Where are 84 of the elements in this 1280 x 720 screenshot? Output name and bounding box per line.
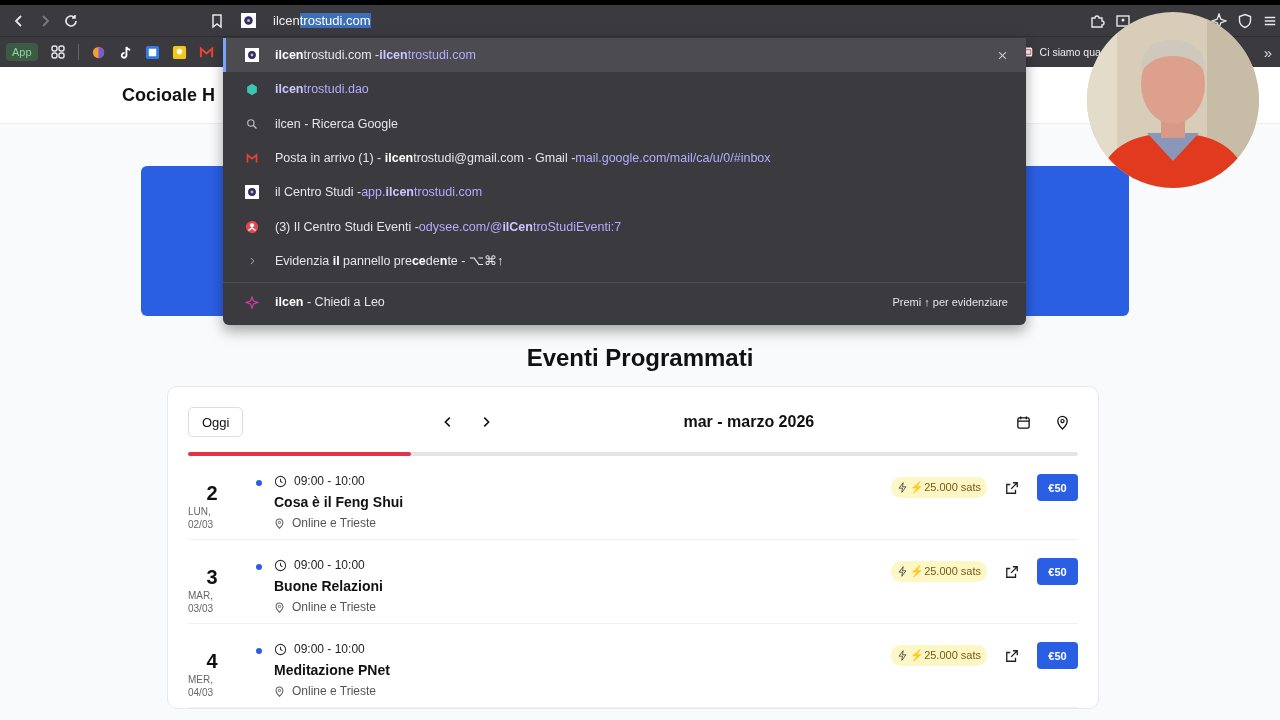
- suggestion-item[interactable]: ilcen - Ricerca Google: [223, 106, 1026, 141]
- day-number: 2: [206, 482, 218, 505]
- suggestion-item[interactable]: il Centro Studi -app.ilcentrostudi.com: [223, 175, 1026, 210]
- event-dot: [256, 480, 262, 486]
- suggestion-item[interactable]: (3) Il Centro Studi Eventi -odysee.com/@ilCentroStudiEventi:7: [223, 209, 1026, 244]
- reader-icon[interactable]: [1115, 12, 1131, 29]
- day-number: 3: [206, 566, 218, 589]
- site-favicon-icon: [241, 13, 256, 28]
- location-pin-icon: [274, 517, 285, 529]
- price-button[interactable]: €50: [1037, 642, 1078, 669]
- sparkle-icon: [245, 295, 259, 309]
- event-time: 09:00 - 10:00: [294, 558, 365, 572]
- suggestion-text: Evidenzia il pannello precedente - ⌥⌘↑: [275, 253, 504, 269]
- section-heading: Eventi Programmati: [526, 344, 754, 372]
- site-favicon-icon: [245, 185, 259, 200]
- bolt-icon: [897, 482, 909, 493]
- date-label: 03/03: [188, 602, 214, 615]
- suggestion-item[interactable]: ilcen - Chiedi a Leo Premi ↑ per evidenziare: [223, 285, 1026, 320]
- event-time: 09:00 - 10:00: [294, 642, 365, 656]
- shortcut-hint: Premi ↑ per evidenziare: [892, 296, 1008, 309]
- clock-icon: [274, 558, 287, 572]
- sats-amount: ⚡25.000 sats: [910, 565, 981, 578]
- suggestion-text: ilcentrostudi.com -ilcentrostudi.com: [275, 48, 476, 63]
- event-title[interactable]: Buone Relazioni: [274, 578, 383, 594]
- price-button[interactable]: €50: [1037, 474, 1078, 501]
- date-label: 04/03: [188, 686, 214, 699]
- event-location: Online e Trieste: [292, 516, 377, 530]
- suggestion-item[interactable]: Posta in arrivo (1) - ilcentrostudi@gmail.com - Gmail -mail.google.com/mail/ca/u/0/#inbox: [223, 140, 1026, 176]
- suggestion-text: ilcen - Chiedi a Leo: [275, 295, 385, 310]
- clock-icon: [274, 474, 287, 488]
- event-time: 09:00 - 10:00: [294, 474, 365, 488]
- calendar-day-icon[interactable]: [144, 44, 160, 60]
- sats-amount: ⚡25.000 sats: [910, 649, 981, 662]
- search-icon: [245, 117, 259, 130]
- sats-amount: ⚡25.000 sats: [910, 481, 981, 494]
- suggestion-item[interactable]: ilcentrostudi.com -ilcentrostudi.com: [223, 38, 1026, 73]
- today-button[interactable]: Oggi: [188, 407, 244, 437]
- bookmark-icon[interactable]: [209, 12, 225, 29]
- period-title: mar - marzo 2026: [683, 413, 815, 431]
- apps-bookmark[interactable]: App: [6, 43, 38, 61]
- day-number: 4: [206, 650, 218, 673]
- date-label: 02/03: [188, 518, 214, 531]
- suggestion-text: il Centro Studi -app.ilcentrostudi.com: [275, 185, 483, 200]
- grid-icon[interactable]: [49, 44, 66, 60]
- suggestion-item[interactable]: Evidenzia il pannello precedente - ⌥⌘↑: [223, 243, 1026, 279]
- shield-icon[interactable]: [1237, 12, 1253, 29]
- event-location: Online e Trieste: [292, 684, 377, 698]
- mail-icon: [245, 152, 259, 165]
- external-link-icon[interactable]: [1005, 648, 1019, 663]
- location-pin-icon[interactable]: [1055, 414, 1070, 430]
- suggestion-text: (3) Il Centro Studi Eventi -odysee.com/@ilCentroStudiEventi:7: [275, 219, 622, 234]
- price-button[interactable]: €50: [1037, 558, 1078, 585]
- event-location: Online e Trieste: [292, 600, 377, 614]
- event-dot: [256, 564, 262, 570]
- bookmark-link[interactable]: Ci siamo qua: [1039, 46, 1101, 58]
- calendar-icon[interactable]: [1016, 414, 1031, 430]
- suggestion-text: Posta in arrivo (1) - ilcentrostudi@gmail.com - Gmail -mail.google.com/mail/ca/u/0/#inbox: [275, 151, 771, 166]
- site-title: Cocioale H: [122, 84, 216, 106]
- mail-icon[interactable]: [198, 44, 214, 60]
- close-icon[interactable]: [997, 49, 1008, 61]
- suggestion-text: ilcen - Ricerca Google: [275, 116, 398, 131]
- event-title[interactable]: Meditazione PNet: [274, 662, 390, 678]
- suggestion-text: ilcentrostudi.dao: [275, 82, 369, 97]
- bolt-icon: [897, 566, 909, 577]
- bookmarks-overflow-button[interactable]: »: [1263, 43, 1280, 61]
- location-pin-icon: [274, 601, 285, 613]
- site-favicon-icon: [245, 48, 259, 63]
- location-pin-icon: [274, 685, 285, 697]
- note-icon[interactable]: [171, 44, 187, 60]
- suggestion-item[interactable]: ilcentrostudi.dao: [223, 72, 1026, 107]
- weekday-label: MER,: [188, 673, 213, 686]
- event-title[interactable]: Cosa è il Feng Shui: [274, 494, 404, 510]
- sparkle-icon[interactable]: [1211, 12, 1227, 29]
- orb-icon[interactable]: [90, 44, 106, 60]
- event-dot: [256, 648, 262, 654]
- clock-icon: [274, 642, 287, 656]
- weekday-label: MAR,: [188, 589, 213, 602]
- weekday-label: LUN,: [188, 505, 211, 518]
- external-link-icon[interactable]: [1005, 480, 1019, 495]
- reload-icon[interactable]: [63, 12, 79, 29]
- cube-icon: [245, 82, 259, 96]
- puzzle-icon[interactable]: [1089, 12, 1105, 29]
- external-link-icon[interactable]: [1005, 564, 1019, 579]
- bolt-icon: [897, 650, 909, 661]
